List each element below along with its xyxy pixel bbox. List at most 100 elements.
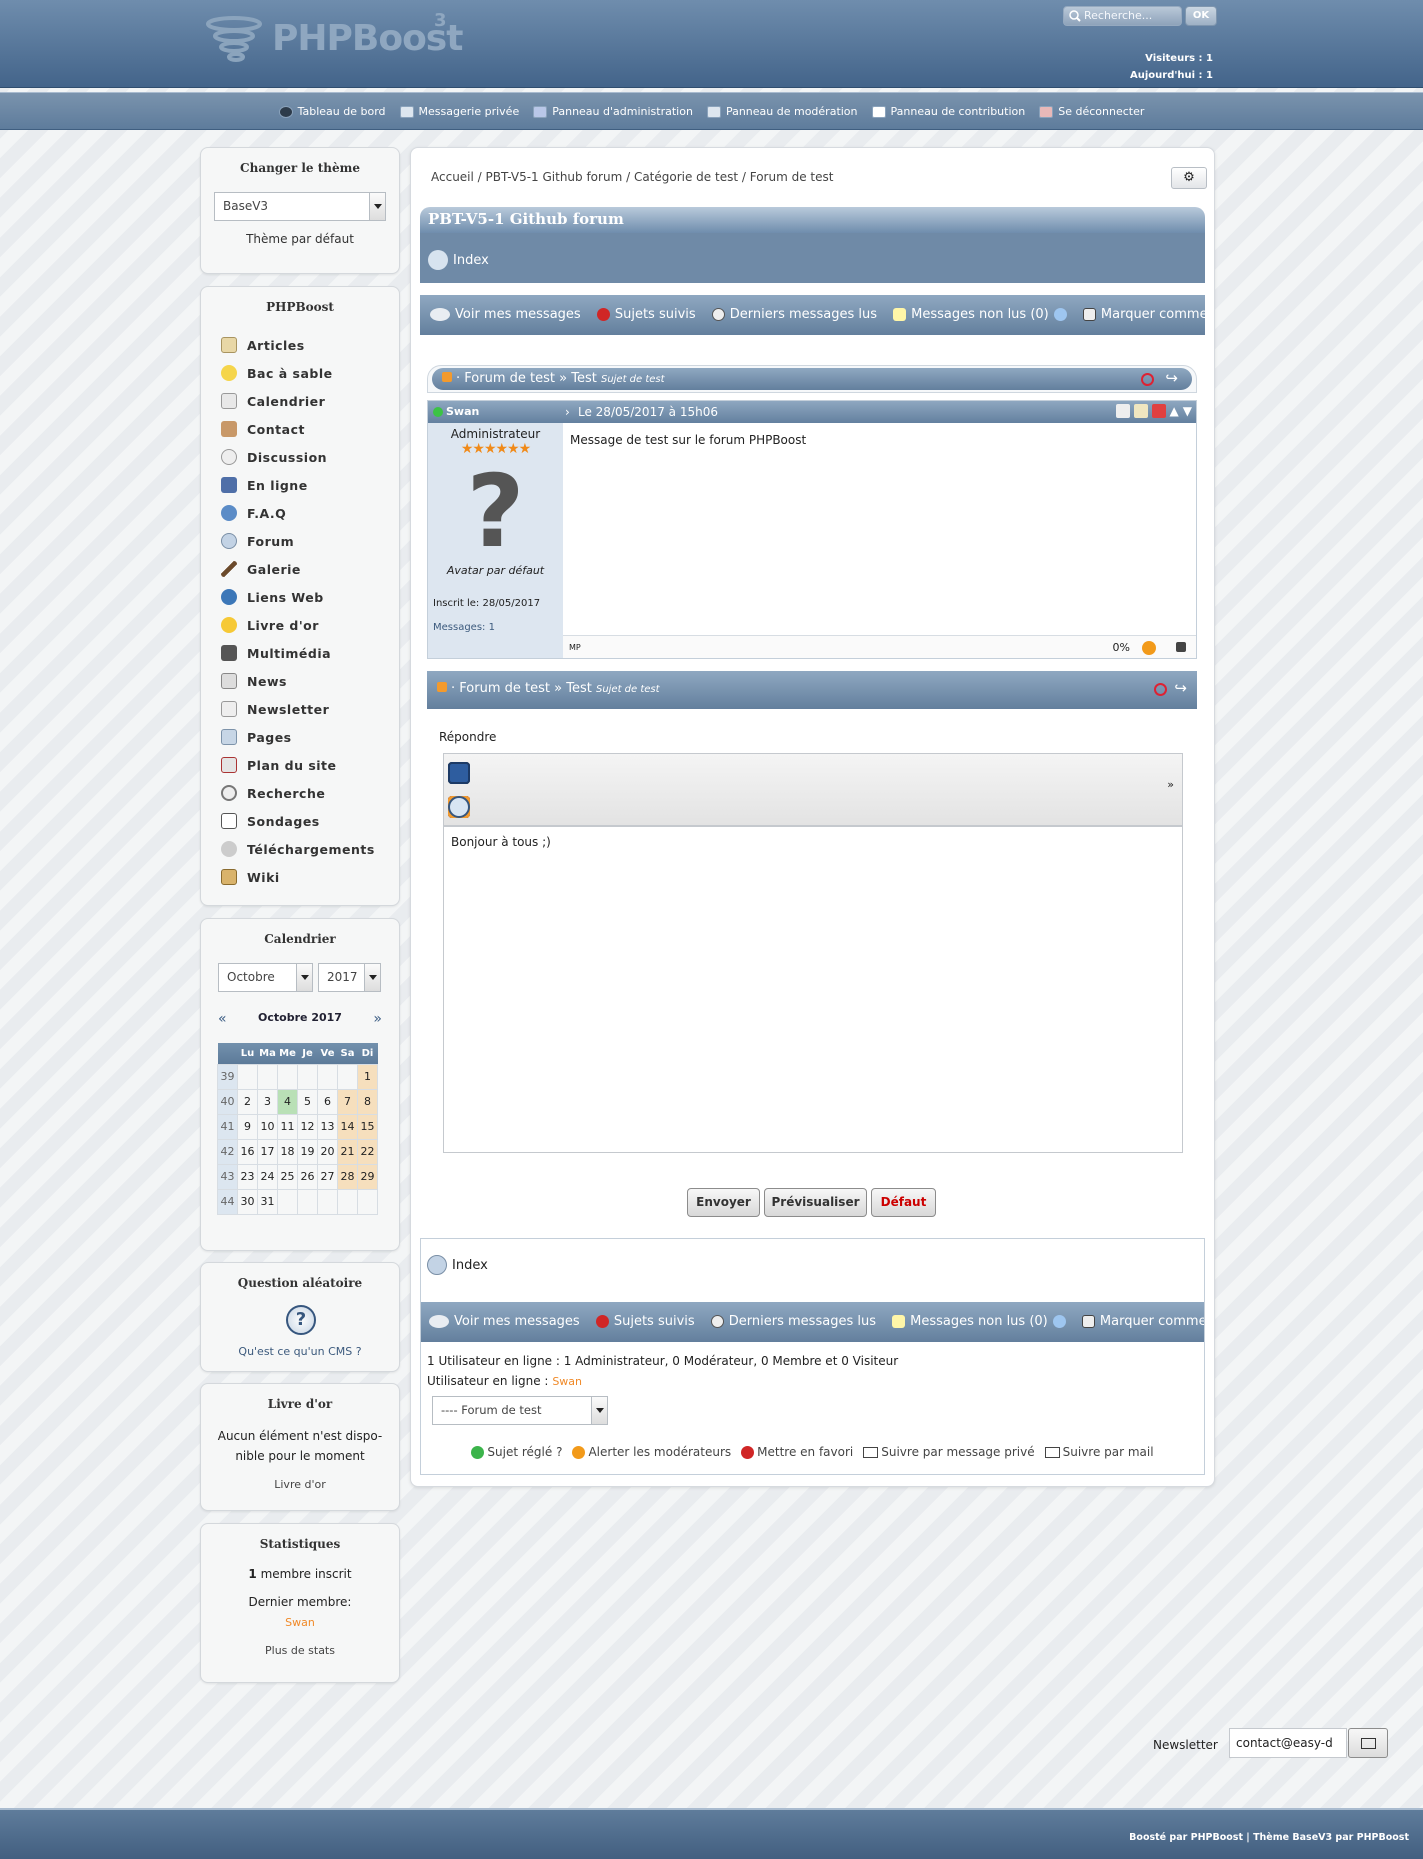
search-button[interactable]: OK <box>1185 6 1217 26</box>
next-month-button[interactable]: » <box>373 1011 382 1027</box>
preview-button[interactable]: Prévisualiser <box>764 1188 867 1217</box>
follow-pm-link[interactable]: Suivre par message privé <box>863 1445 1035 1459</box>
follow-mail-link[interactable]: Suivre par mail <box>1044 1445 1154 1459</box>
post-author-panel: Administrateur ★★★★★★ ? Avatar par défau… <box>428 423 563 658</box>
nav-item-downloads[interactable]: Téléchargements <box>221 835 375 863</box>
heart-icon <box>596 308 610 321</box>
nav-item-articles[interactable]: Articles <box>221 331 375 359</box>
nav-item-wiki[interactable]: Wiki <box>221 863 375 891</box>
nav-item-sitemap[interactable]: Plan du site <box>221 751 375 779</box>
followed-topics-link[interactable]: Sujets suivis <box>596 307 696 322</box>
alert-moderators-link[interactable]: Alerter les modérateurs <box>572 1445 731 1459</box>
nav-item-sandbox[interactable]: Bac à sable <box>221 359 375 387</box>
guestbook-link[interactable]: Livre d'or <box>201 1478 399 1491</box>
nav-item-newsletter[interactable]: Newsletter <box>221 695 375 723</box>
help-icon[interactable] <box>448 796 470 818</box>
save-icon[interactable] <box>448 762 470 784</box>
random-question-box: Question aléatoire ? Qu'est ce qu'un CMS… <box>200 1262 400 1372</box>
ban-icon[interactable] <box>1154 683 1167 696</box>
nav-item-search[interactable]: Recherche <box>221 779 375 807</box>
forum-index-link[interactable]: Index <box>428 250 489 270</box>
default-theme-link[interactable]: Thème par défaut <box>201 232 399 246</box>
ban-icon[interactable] <box>1141 373 1154 386</box>
last-read-link[interactable]: Derniers messages lus <box>710 1314 876 1329</box>
settings-button[interactable]: ⚙ <box>1171 167 1207 189</box>
forum-jump-select[interactable]: ---- Forum de test <box>432 1396 608 1425</box>
reply-textarea[interactable]: Bonjour à tous ;) <box>443 826 1183 1153</box>
my-messages-link[interactable]: Voir mes messages <box>429 1314 580 1329</box>
menu-admin-panel[interactable]: Panneau d'administration <box>533 105 693 118</box>
nav-item-guestbook[interactable]: Livre d'or <box>221 611 375 639</box>
reset-button[interactable]: Défaut <box>871 1188 936 1217</box>
rss-icon[interactable] <box>442 372 452 382</box>
nav-item-contact[interactable]: Contact <box>221 415 375 443</box>
calendar-grid: Lu Ma Me Je Ve Sa Di 39 1 40 2 3 4 5 6 7 8 41 9 10 11 12 13… <box>217 1043 378 1215</box>
delete-icon[interactable] <box>1151 404 1166 418</box>
share-arrow-icon[interactable]: ↪ <box>1174 679 1187 697</box>
nav-item-web-links[interactable]: Liens Web <box>221 583 375 611</box>
topic-forum-link[interactable]: Forum de test <box>459 681 550 696</box>
more-stats-link[interactable]: Plus de stats <box>201 1644 399 1657</box>
today-cell[interactable]: 4 <box>277 1088 298 1115</box>
newsletter-subscribe-button[interactable] <box>1348 1728 1388 1758</box>
toolbar-more-button[interactable]: » <box>1167 778 1174 791</box>
followed-topics-link[interactable]: Sujets suivis <box>595 1314 695 1329</box>
unread-messages-link[interactable]: Messages non lus (0) <box>892 1314 1066 1329</box>
nav-item-discussion[interactable]: Discussion <box>221 443 375 471</box>
menu-private-messages[interactable]: Messagerie privée <box>399 105 519 118</box>
unread-messages-link[interactable]: Messages non lus (0) <box>893 307 1067 322</box>
refresh-icon[interactable] <box>1052 1315 1066 1328</box>
author-messages-link[interactable]: Messages: 1 <box>433 622 495 633</box>
site-logo[interactable]: PHPBoost 3 <box>206 10 466 70</box>
theme-select[interactable]: BaseV3 <box>214 192 386 221</box>
post-author[interactable]: Swan <box>446 405 479 418</box>
nav-item-forum[interactable]: Forum <box>221 527 375 555</box>
menu-logout[interactable]: Se déconnecter <box>1039 105 1144 118</box>
arrow-down-icon[interactable]: ▼ <box>1183 404 1192 418</box>
breadcrumb-home[interactable]: Accueil <box>431 170 474 184</box>
menu-moderation-panel[interactable]: Panneau de modération <box>706 105 858 118</box>
breadcrumb-current[interactable]: Forum de test <box>750 170 834 184</box>
question-icon: ? <box>286 1305 316 1335</box>
online-user-link[interactable]: Swan <box>552 1375 582 1388</box>
share-arrow-icon[interactable]: ↪ <box>1165 369 1178 387</box>
rss-icon[interactable] <box>437 682 447 692</box>
menu-dashboard[interactable]: Tableau de bord <box>278 105 386 118</box>
private-message-link[interactable]: MP <box>569 643 581 652</box>
quote-icon[interactable] <box>1115 404 1130 418</box>
nav-item-polls[interactable]: Sondages <box>221 807 375 835</box>
last-read-link[interactable]: Derniers messages lus <box>711 307 877 322</box>
menu-contribution-panel[interactable]: Panneau de contribution <box>871 105 1025 118</box>
nav-item-pages[interactable]: Pages <box>221 723 375 751</box>
post-link-icon[interactable]: › <box>565 405 570 419</box>
newsletter-email-input[interactable]: contact@easy-d <box>1229 1728 1347 1758</box>
edit-icon[interactable] <box>1133 404 1148 418</box>
lock-icon[interactable] <box>1176 642 1186 652</box>
refresh-icon[interactable] <box>1053 308 1067 321</box>
nav-item-faq[interactable]: F.A.Q <box>221 499 375 527</box>
nav-item-calendar[interactable]: Calendrier <box>221 387 375 415</box>
breadcrumb-forum[interactable]: PBT-V5-1 Github forum <box>486 170 623 184</box>
warning-icon[interactable] <box>1142 641 1156 655</box>
calendar-box-title: Calendrier <box>264 932 336 946</box>
favorite-link[interactable]: Mettre en favori <box>741 1445 853 1459</box>
nav-item-multimedia[interactable]: Multimédia <box>221 639 375 667</box>
search-input[interactable]: Recherche... <box>1063 6 1182 26</box>
nav-item-news[interactable]: News <box>221 667 375 695</box>
nav-item-online[interactable]: En ligne <box>221 471 375 499</box>
nav-item-gallery[interactable]: Galerie <box>221 555 375 583</box>
mark-read-link[interactable]: Marquer comme lu <box>1081 1314 1204 1329</box>
month-select[interactable]: Octobre <box>218 963 313 992</box>
my-messages-link[interactable]: Voir mes messages <box>430 307 581 322</box>
send-button[interactable]: Envoyer <box>687 1188 760 1217</box>
last-member-link[interactable]: Swan <box>201 1616 399 1629</box>
arrow-up-icon[interactable]: ▲ <box>1170 404 1179 418</box>
week-row: 44 30 31 <box>217 1188 378 1215</box>
breadcrumb-category[interactable]: Catégorie de test <box>634 170 738 184</box>
bottom-index-link[interactable]: Index <box>427 1255 488 1275</box>
mark-read-link[interactable]: Marquer comme lu <box>1082 307 1205 322</box>
topic-forum-link[interactable]: Forum de test <box>464 371 555 386</box>
year-select[interactable]: 2017 <box>318 963 381 992</box>
solved-topic-link[interactable]: Sujet réglé ? <box>471 1445 562 1459</box>
question-link[interactable]: Qu'est ce qu'un CMS ? <box>201 1345 399 1358</box>
